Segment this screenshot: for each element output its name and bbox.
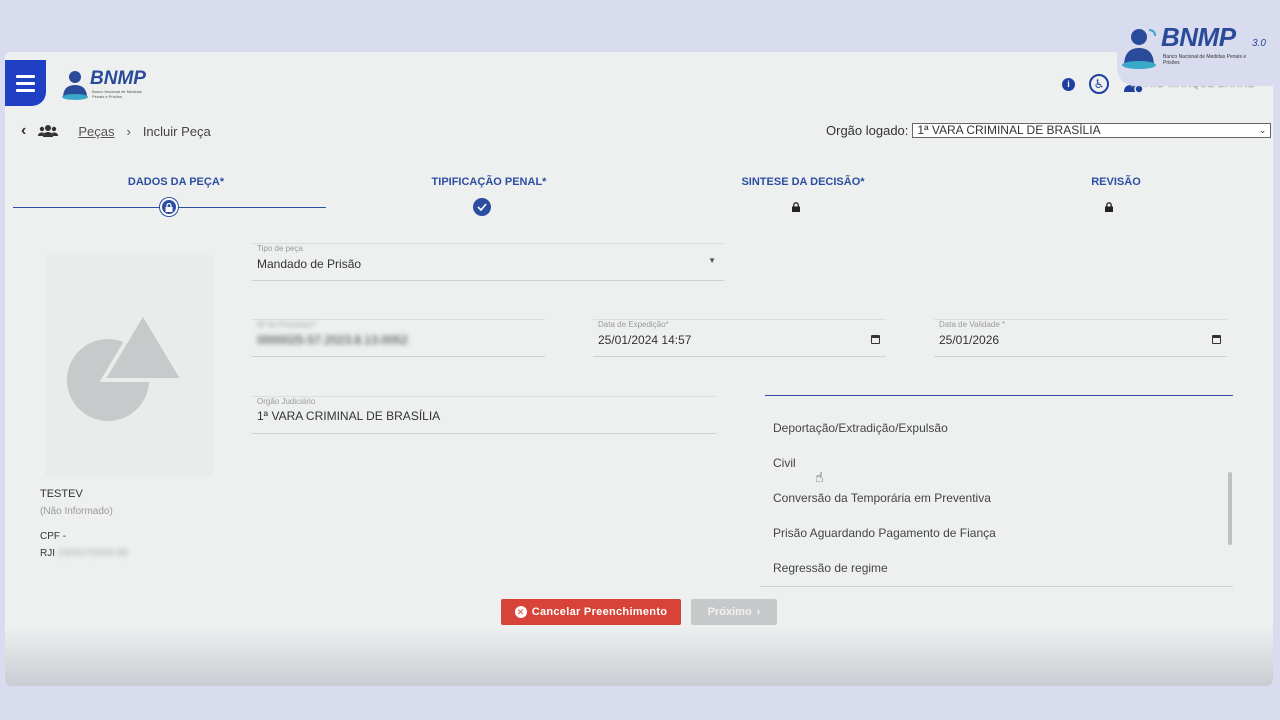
orgao-logado: Orgão logado: 1ª VARA CRIMINAL DE BRASÍL… <box>826 123 1272 138</box>
processo-value: 0000025-57.2023.8.13.0052 <box>257 333 408 347</box>
data-expedicao-value: 25/01/2024 14:57 <box>598 333 692 347</box>
next-button[interactable]: Próximo › <box>691 599 777 625</box>
tipo-peca-label: Tipo de peça <box>257 244 303 253</box>
logo-subtitle: Banco Nacional de Medidas Penais e Prisõ… <box>92 89 142 99</box>
lock-icon <box>1105 202 1113 212</box>
data-validade-value: 25/01/2026 <box>939 333 1000 347</box>
breadcrumb-current: Incluir Peça <box>142 123 211 139</box>
dropdown-focus-line <box>765 395 1233 396</box>
processo-label: Nº do Processo* <box>257 320 316 329</box>
step-done-check-icon <box>473 198 491 216</box>
person-alias: (Não Informado) <box>40 506 113 517</box>
dropdown-scrollbar[interactable] <box>1228 472 1232 545</box>
person-rji-label: RJI <box>40 548 55 559</box>
chevron-right-icon: › <box>756 606 761 618</box>
brand-logo-subtitle: Banco Nacional de Medidas Penais e Prisõ… <box>1163 54 1247 66</box>
step-revisao[interactable]: REVISÃO <box>1016 176 1216 188</box>
orgao-judiciario-value: 1ª VARA CRIMINAL DE BRASÍLIA <box>257 409 441 423</box>
people-icon <box>38 125 59 137</box>
person-logo-icon <box>1122 29 1156 69</box>
logo-text: BNMP <box>90 68 146 89</box>
dropdown-option[interactable]: Prisão Aguardando Pagamento de Fiança <box>773 526 996 540</box>
accessibility-icon[interactable]: ♿ <box>1089 74 1109 94</box>
step-current-lock-icon <box>160 198 178 216</box>
hand-cursor-icon: ☝ <box>815 469 824 485</box>
hamburger-icon <box>16 74 35 78</box>
brand-logo: BNMP 3.0 Banco Nacional de Medidas Penai… <box>1117 16 1280 86</box>
image-placeholder-icon <box>67 309 187 421</box>
orgao-logado-label: Orgão logado: <box>826 123 909 138</box>
breadcrumb-link-pecas[interactable]: Peças <box>78 124 114 139</box>
calendar-icon[interactable] <box>871 335 880 344</box>
data-validade-label: Data de Validade * <box>939 320 1006 329</box>
data-validade-field[interactable]: Data de Validade * 25/01/2026 <box>934 319 1227 357</box>
dropdown-option[interactable]: Civil <box>773 456 796 470</box>
header-logo[interactable]: BNMP Banco Nacional de Medidas Penais e … <box>60 66 160 102</box>
person-name: TESTEV <box>40 488 83 500</box>
back-chevron-icon[interactable]: ‹ <box>21 122 26 140</box>
dropdown-option[interactable]: Conversão da Temporária em Preventiva <box>773 491 991 505</box>
photo-placeholder <box>45 255 213 477</box>
dropdown-options-panel: Deportação/Extradição/Expulsão Civil Con… <box>760 397 1233 587</box>
lock-icon <box>792 202 800 212</box>
breadcrumb: ‹ Peças › Incluir Peça <box>21 122 211 140</box>
brand-logo-text: BNMP <box>1161 22 1236 52</box>
menu-button[interactable] <box>5 60 46 106</box>
data-expedicao-field[interactable]: Data de Expedição* 25/01/2024 14:57 <box>593 319 886 357</box>
breadcrumb-separator: › <box>126 123 131 139</box>
person-rji-value: 2300075000-88 <box>57 548 128 559</box>
cancel-button-label: Cancelar Preenchimento <box>531 606 668 618</box>
chevron-down-icon: ⌄ <box>1258 125 1267 135</box>
step-sintese-decisao[interactable]: SINTESE DA DECISÃO* <box>703 176 903 188</box>
step-tipificacao-penal[interactable]: TIPIFICAÇÃO PENAL* <box>389 176 589 188</box>
calendar-icon[interactable] <box>1212 335 1221 344</box>
step-dados-peca[interactable]: DADOS DA PEÇA* <box>76 176 276 188</box>
app-window: BNMP Banco Nacional de Medidas Penais e … <box>5 52 1273 686</box>
close-icon: ✕ <box>514 606 527 618</box>
brand-logo-version: 3.0 <box>1252 38 1266 49</box>
data-expedicao-label: Data de Expedição* <box>598 320 669 329</box>
info-icon[interactable]: i <box>1062 77 1075 91</box>
orgao-judiciario-label: Orgão Judiciário <box>257 397 316 406</box>
person-cpf: CPF - <box>40 531 67 542</box>
processo-field[interactable]: Nº do Processo* 0000025-57.2023.8.13.005… <box>252 319 545 357</box>
person-rji: RJI 2300075000-88 <box>40 548 128 559</box>
tipo-peca-value: Mandado de Prisão <box>257 257 362 271</box>
orgao-judiciario-field[interactable]: Orgão Judiciário 1ª VARA CRIMINAL DE BRA… <box>252 396 716 434</box>
bottom-fade <box>5 626 1273 686</box>
dropdown-option[interactable]: Regressão de regime <box>773 561 888 575</box>
dropdown-option[interactable]: Deportação/Extradição/Expulsão <box>773 421 948 435</box>
tipo-peca-select[interactable]: Tipo de peça Mandado de Prisão ▼ <box>252 243 724 281</box>
orgao-logado-value: 1ª VARA CRIMINAL DE BRASÍLIA <box>917 123 1101 137</box>
orgao-logado-select[interactable]: 1ª VARA CRIMINAL DE BRASÍLIA ⌄ <box>912 123 1272 138</box>
cancel-button[interactable]: ✕ Cancelar Preenchimento <box>501 599 681 625</box>
next-button-label: Próximo <box>707 606 752 618</box>
person-logo-icon <box>62 71 88 100</box>
caret-down-icon: ▼ <box>708 256 716 265</box>
